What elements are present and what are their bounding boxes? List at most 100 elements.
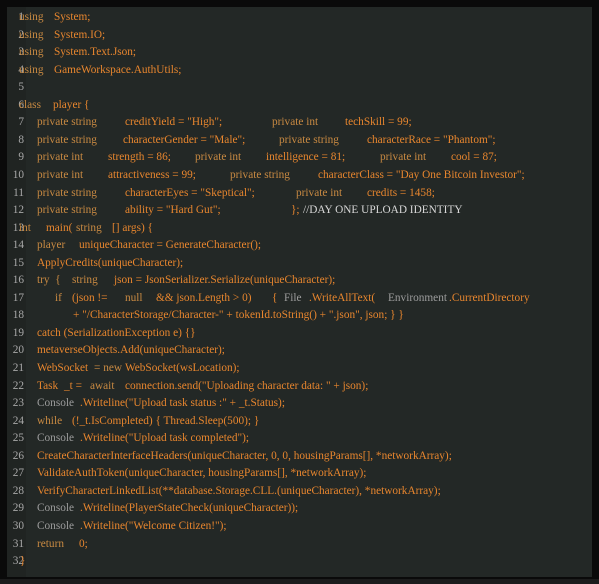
code-token: + "/CharacterStorage/Character-" + token… <box>73 309 404 322</box>
code-line[interactable]: 15 ApplyCredits(uniqueCharacter); <box>7 255 592 272</box>
code-token: [] args) { <box>112 221 153 234</box>
line-number: 26 <box>12 449 24 462</box>
code-line[interactable]: 24 while (!_t.IsCompleted) { Thread.Sleep(… <box>7 413 592 430</box>
code-keyword: return <box>37 537 64 550</box>
code-token: intelligence = 81; <box>266 151 346 164</box>
code-line[interactable]: 12 private string ability = "Hard Gut";}; /… <box>7 202 592 219</box>
code-line[interactable]: 7 private string creditYield = "High"; priv… <box>7 114 592 131</box>
code-line[interactable]: 9 private int strength = 86; private int int… <box>7 149 592 166</box>
code-token: .WriteAllText( <box>309 291 376 304</box>
code-token: && json.Length > 0) <box>156 291 252 304</box>
code-line[interactable]: 32} <box>7 553 592 570</box>
code-token: creditYield = "High"; <box>125 116 223 129</box>
code-token: CreateCharacterInterfaceHeaders(uniqueCh… <box>37 449 452 462</box>
code-keyword: string <box>72 274 98 287</box>
code-token: VerifyCharacterLinkedList(**database.Sto… <box>37 484 441 497</box>
code-keyword: private string <box>279 133 339 146</box>
code-keyword: private int <box>37 151 84 164</box>
code-keyword: private string <box>37 186 97 199</box>
code-line[interactable]: 4 using GameWorkspace.AuthUtils; <box>7 62 592 79</box>
code-token: characterRace = "Phantom"; <box>367 133 496 146</box>
code-line[interactable]: 8 private string characterGender = "Male";… <box>7 132 592 149</box>
line-number: 17 <box>12 291 24 304</box>
code-token: WebSocket <box>37 362 89 374</box>
code-line[interactable]: 21 WebSocket = new WebSocket(wsLocation); <box>7 360 592 377</box>
line-number: 21 <box>12 362 24 374</box>
line-number: 11 <box>13 186 24 199</box>
line-number: 16 <box>12 274 24 287</box>
code-line[interactable]: 29 Console .Writeline(PlayerStateCheck(uni… <box>7 500 592 517</box>
code-keyword: try { <box>37 274 61 287</box>
code-type: Console <box>37 502 75 515</box>
code-line[interactable]: 26 CreateCharacterInterfaceHeaders(unique… <box>7 448 592 465</box>
code-type: Console <box>37 432 75 445</box>
code-line[interactable]: 16 try { string json = JsonSerializer.Seria… <box>7 272 592 289</box>
code-keyword: if <box>55 291 62 304</box>
code-line[interactable]: 5 <box>7 79 592 96</box>
bottom-frame-strip <box>0 579 599 584</box>
line-number: 8 <box>18 133 24 146</box>
code-keyword: await <box>90 379 115 392</box>
code-token: ValidateAuthToken(uniqueCharacter, housi… <box>37 467 367 480</box>
code-line[interactable]: 22 Task _t = await connection.send("Uploadin… <box>7 378 592 395</box>
code-token: connection.send("Uploading character dat… <box>125 379 369 392</box>
code-token: _t = <box>64 379 82 392</box>
code-line[interactable]: 25 Console .Writeline("Upload task complet… <box>7 430 592 447</box>
code-token: (json != <box>72 291 108 304</box>
code-keyword: = new <box>94 362 123 374</box>
line-number: 14 <box>12 239 24 252</box>
code-line[interactable]: 3 using System.Text.Json; <box>7 44 592 61</box>
code-token: ApplyCredits(uniqueCharacter); <box>37 256 184 269</box>
code-line[interactable]: 13 int main(string[] args) { <box>7 220 592 237</box>
code-keyword: private string <box>37 204 97 217</box>
code-keyword: private int <box>272 116 319 129</box>
line-number: 29 <box>12 502 24 515</box>
code-token: cool = 87; <box>451 151 497 164</box>
code-line[interactable]: 2 using System.IO; <box>7 27 592 44</box>
code-editor[interactable]: 1 using System; 2 using System.IO; 3 using Syste… <box>7 7 592 577</box>
line-number: 22 <box>12 379 24 392</box>
code-line[interactable]: 10 private int attractiveness = 99; private… <box>7 167 592 184</box>
line-number: 24 <box>12 414 24 427</box>
code-keyword: private string <box>230 168 290 181</box>
code-line[interactable]: 11 private string characterEyes = "Skeptic… <box>7 185 592 202</box>
code-keyword: class <box>19 98 41 111</box>
code-keyword: private int <box>380 151 427 164</box>
line-number: 25 <box>12 432 24 445</box>
line-number: 28 <box>12 484 24 497</box>
code-type: Environment <box>388 291 447 304</box>
code-token: credits = 1458; <box>367 186 435 199</box>
line-number: 18 <box>12 309 24 322</box>
code-token: System.IO; <box>54 28 106 41</box>
code-token: System.Text.Json; <box>54 46 137 59</box>
code-keyword: player <box>37 239 66 252</box>
code-line[interactable]: 1 using System; <box>7 9 592 26</box>
code-token: uniqueCharacter = GenerateCharacter(); <box>79 239 261 252</box>
code-line[interactable]: 27 ValidateAuthToken(uniqueCharacter, hou… <box>7 465 592 482</box>
code-token: catch (SerializationException e) {} <box>37 326 196 339</box>
code-keyword: private int <box>296 186 343 199</box>
code-line[interactable]: 18 + "/CharacterStorage/Character-" + tok… <box>7 307 592 324</box>
code-token: }; <box>291 204 300 217</box>
code-line[interactable]: 14 player uniqueCharacter = GenerateCharac… <box>7 237 592 254</box>
code-type: Console <box>37 519 75 532</box>
code-line[interactable]: 28 VerifyCharacterLinkedList(**database.S… <box>7 483 592 500</box>
code-line[interactable]: 17 if (json != null && json.Length > 0) {File… <box>7 290 592 307</box>
code-line[interactable]: 30 Console .Writeline("Welcome Citizen!"); <box>7 518 592 535</box>
code-keyword: private string <box>37 116 97 129</box>
code-line[interactable]: 19 catch (SerializationException e) {} <box>7 325 592 342</box>
code-token: (!_t.IsCompleted) { Thread.Sleep(500); } <box>72 414 260 427</box>
line-number: 23 <box>12 397 24 410</box>
line-number: 15 <box>12 256 24 269</box>
code-token: .Writeline(PlayerStateCheck(uniqueCharac… <box>80 502 299 515</box>
code-token: System; <box>54 11 91 23</box>
code-line[interactable]: 6 class player { <box>7 97 592 114</box>
code-token: json = JsonSerializer.Serialize(uniqueCh… <box>114 274 336 287</box>
code-line[interactable]: 23 Console .Writeline("Upload task status … <box>7 395 592 412</box>
code-line[interactable]: 20 metaverseObjects.Add(uniqueCharacter); <box>7 342 592 359</box>
line-number: 9 <box>18 151 24 164</box>
code-line[interactable]: 31 return 0; <box>7 536 592 553</box>
code-token: .Writeline("Welcome Citizen!"); <box>80 519 227 532</box>
line-number: 10 <box>12 168 24 181</box>
code-keyword: int <box>19 221 31 234</box>
